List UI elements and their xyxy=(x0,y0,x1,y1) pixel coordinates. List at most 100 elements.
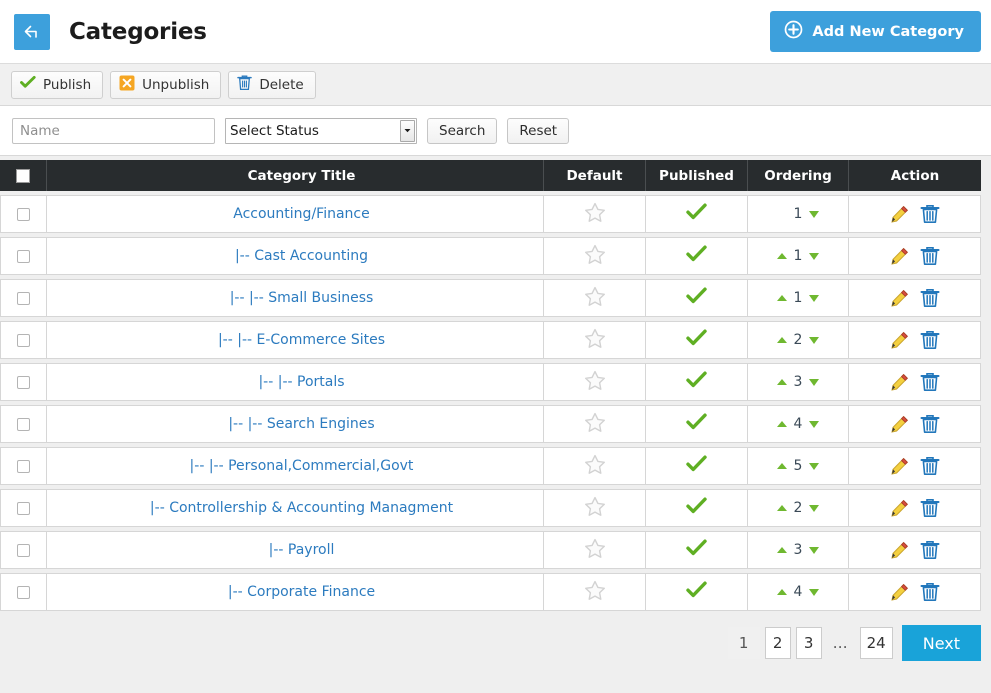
star-outline-icon[interactable] xyxy=(584,580,606,601)
move-down-arrow-icon[interactable] xyxy=(809,546,820,554)
search-button[interactable]: Search xyxy=(427,117,498,144)
move-up-arrow-icon[interactable] xyxy=(776,463,787,469)
star-outline-icon[interactable] xyxy=(584,412,606,433)
pencil-icon[interactable] xyxy=(890,289,909,308)
column-header-action: Action xyxy=(849,160,981,191)
publish-button[interactable]: Publish xyxy=(11,70,104,99)
status-select[interactable]: Select Status xyxy=(225,117,417,144)
move-up-arrow-icon[interactable] xyxy=(776,379,787,385)
move-down-arrow-icon[interactable] xyxy=(809,336,820,344)
star-outline-icon[interactable] xyxy=(584,538,606,559)
row-checkbox[interactable] xyxy=(17,501,30,515)
page-button-24[interactable]: 24 xyxy=(859,627,893,659)
blue-trash-icon[interactable] xyxy=(920,456,940,476)
move-down-arrow-icon[interactable] xyxy=(809,462,820,470)
move-up-arrow-icon[interactable] xyxy=(776,253,787,259)
move-down-arrow-icon[interactable] xyxy=(809,294,820,302)
green-check-icon[interactable] xyxy=(686,203,707,221)
pencil-icon[interactable] xyxy=(890,499,909,518)
pencil-icon[interactable] xyxy=(890,415,909,434)
row-checkbox[interactable] xyxy=(17,333,30,347)
move-down-arrow-icon[interactable] xyxy=(809,378,820,386)
back-button[interactable] xyxy=(14,13,50,50)
category-title-link[interactable]: |-- |-- E-Commerce Sites xyxy=(218,332,385,348)
row-checkbox[interactable] xyxy=(17,459,30,473)
column-header-published[interactable]: Published xyxy=(646,160,748,191)
category-title-link[interactable]: |-- |-- Personal,Commercial,Govt xyxy=(190,458,414,474)
delete-button[interactable]: Delete xyxy=(228,70,316,99)
name-search-input[interactable] xyxy=(12,117,215,144)
blue-trash-icon[interactable] xyxy=(920,540,940,560)
green-check-icon[interactable] xyxy=(686,455,707,473)
move-up-arrow-icon[interactable] xyxy=(776,589,787,595)
pencil-icon[interactable] xyxy=(890,541,909,560)
star-outline-icon[interactable] xyxy=(584,244,606,265)
category-title-link[interactable]: |-- |-- Search Engines xyxy=(228,416,374,432)
ordering-cell: 1 xyxy=(748,237,849,275)
row-checkbox[interactable] xyxy=(17,543,30,557)
green-check-icon[interactable] xyxy=(686,497,707,515)
row-checkbox[interactable] xyxy=(17,207,30,221)
pencil-icon[interactable] xyxy=(890,373,909,392)
row-checkbox[interactable] xyxy=(17,291,30,305)
category-title-link[interactable]: |-- Corporate Finance xyxy=(228,584,375,600)
category-title-link[interactable]: Accounting/Finance xyxy=(233,206,369,222)
move-up-arrow-icon[interactable] xyxy=(776,505,787,511)
page-button-3[interactable]: 3 xyxy=(795,627,822,659)
blue-trash-icon[interactable] xyxy=(920,372,940,392)
blue-trash-icon[interactable] xyxy=(920,582,940,602)
category-title-link[interactable]: |-- Payroll xyxy=(269,542,335,558)
blue-trash-icon[interactable] xyxy=(920,288,940,308)
move-up-arrow-icon[interactable] xyxy=(776,421,787,427)
column-header-default[interactable]: Default xyxy=(544,160,646,191)
pencil-icon[interactable] xyxy=(890,457,909,476)
publish-label: Publish xyxy=(43,76,92,93)
move-up-arrow-icon[interactable] xyxy=(776,337,787,343)
star-outline-icon[interactable] xyxy=(584,370,606,391)
pencil-icon[interactable] xyxy=(890,247,909,266)
pencil-icon[interactable] xyxy=(890,583,909,602)
green-check-icon[interactable] xyxy=(686,539,707,557)
blue-trash-icon[interactable] xyxy=(920,414,940,434)
star-outline-icon[interactable] xyxy=(584,454,606,475)
move-down-arrow-icon[interactable] xyxy=(809,504,820,512)
green-check-icon[interactable] xyxy=(686,581,707,599)
unpublish-button[interactable]: Unpublish xyxy=(110,70,222,99)
move-down-arrow-icon[interactable] xyxy=(809,252,820,260)
pencil-icon[interactable] xyxy=(890,205,909,224)
blue-trash-icon[interactable] xyxy=(920,246,940,266)
star-outline-icon[interactable] xyxy=(584,286,606,307)
star-outline-icon[interactable] xyxy=(584,496,606,517)
column-header-category-title[interactable]: Category Title xyxy=(47,160,544,191)
star-outline-icon[interactable] xyxy=(584,328,606,349)
page-button-2[interactable]: 2 xyxy=(764,627,791,659)
blue-trash-icon[interactable] xyxy=(920,330,940,350)
move-down-arrow-icon[interactable] xyxy=(809,210,820,218)
row-checkbox[interactable] xyxy=(17,375,30,389)
blue-trash-icon[interactable] xyxy=(920,204,940,224)
category-title-link[interactable]: |-- |-- Portals xyxy=(258,374,344,390)
green-check-icon[interactable] xyxy=(686,245,707,263)
green-check-icon[interactable] xyxy=(686,287,707,305)
select-all-checkbox[interactable] xyxy=(16,168,30,183)
green-check-icon[interactable] xyxy=(686,413,707,431)
next-page-button[interactable]: Next xyxy=(901,625,981,661)
green-check-icon[interactable] xyxy=(686,329,707,347)
category-title-link[interactable]: |-- Cast Accounting xyxy=(235,248,368,264)
green-check-icon[interactable] xyxy=(686,371,707,389)
move-up-arrow-icon[interactable] xyxy=(776,547,787,553)
category-title-link[interactable]: |-- Controllership & Accounting Managmen… xyxy=(150,500,453,516)
category-title-link[interactable]: |-- |-- Small Business xyxy=(230,290,374,306)
blue-trash-icon[interactable] xyxy=(920,498,940,518)
reset-button[interactable]: Reset xyxy=(507,117,570,144)
row-checkbox[interactable] xyxy=(17,417,30,431)
add-new-category-button[interactable]: Add New Category xyxy=(770,11,981,52)
move-down-arrow-icon[interactable] xyxy=(809,420,820,428)
row-checkbox[interactable] xyxy=(17,585,30,599)
pencil-icon[interactable] xyxy=(890,331,909,350)
column-header-ordering[interactable]: Ordering xyxy=(748,160,849,191)
star-outline-icon[interactable] xyxy=(584,202,606,223)
row-checkbox[interactable] xyxy=(17,249,30,263)
move-down-arrow-icon[interactable] xyxy=(809,588,820,596)
move-up-arrow-icon[interactable] xyxy=(776,295,787,301)
